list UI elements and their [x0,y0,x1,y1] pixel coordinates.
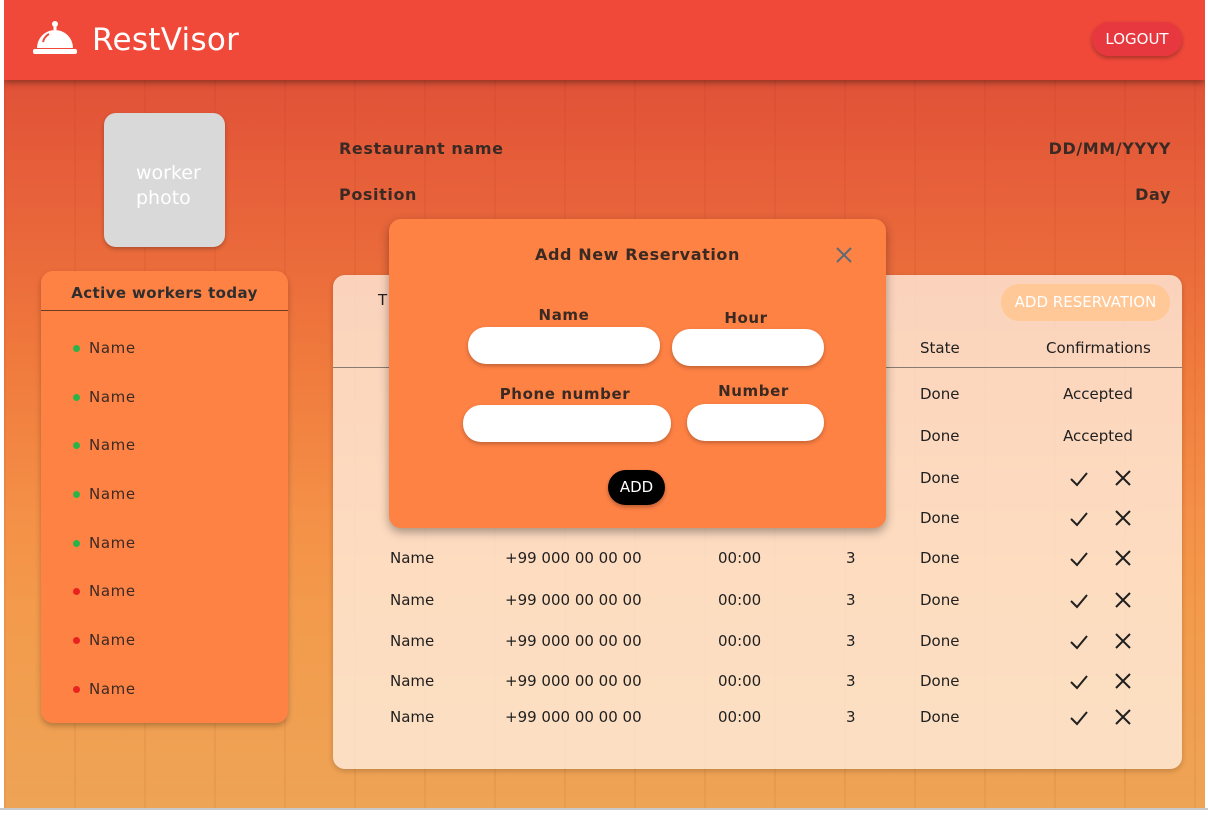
reservation-hour: 00:00 [718,632,762,650]
active-status-dot [73,442,80,449]
photo-label-line1: worker [136,162,201,184]
reservation-phone: +99 000 00 00 00 [505,672,642,690]
reject-x-icon[interactable] [1113,707,1133,727]
active-workers-panel: Active workers today Name Name Name Name Nam… [41,271,288,723]
name-input[interactable] [468,327,660,364]
reservation-name: Name [390,549,435,567]
worker-name: Name [89,680,136,698]
reservation-phone: +99 000 00 00 00 [505,591,642,609]
reservation-phone: +99 000 00 00 00 [505,708,642,726]
phone-number-input[interactable] [463,405,671,442]
inactive-status-dot [73,686,80,693]
reservations-title: T [378,291,388,309]
workers-panel-title: Active workers today [71,284,258,302]
reject-x-icon[interactable] [1113,468,1133,488]
accept-check-icon[interactable] [1069,591,1089,611]
reservation-phone: +99 000 00 00 00 [505,549,642,567]
name-field-label: Name [538,306,590,324]
reject-x-icon[interactable] [1113,548,1133,568]
inactive-status-dot [73,588,80,595]
reject-x-icon[interactable] [1113,631,1133,651]
number-field-label: Number [718,382,789,400]
reservation-state: Done [920,549,960,567]
reservation-hour: 00:00 [718,708,762,726]
accept-check-icon[interactable] [1069,708,1089,728]
reservation-state: Done [920,427,960,445]
reject-x-icon[interactable] [1113,671,1133,691]
active-status-dot [73,394,80,401]
worker-name: Name [89,388,136,406]
reservation-name: Name [390,632,435,650]
reservation-state: Done [920,509,960,527]
number-input[interactable] [687,404,824,441]
reject-x-icon[interactable] [1113,590,1133,610]
window-bottom-edge [0,808,1208,810]
column-header-state: State [920,339,960,357]
accept-check-icon[interactable] [1069,469,1089,489]
hour-field-label: Hour [724,309,768,327]
reservation-name: Name [390,591,435,609]
reservation-guests: 3 [846,591,856,609]
reservation-phone: +99 000 00 00 00 [505,632,642,650]
worker-name: Name [89,485,136,503]
worker-name: Name [89,631,136,649]
reservation-name: Name [390,672,435,690]
reservation-guests: 3 [846,632,856,650]
reservation-state: Done [920,385,960,403]
reservation-state: Done [920,672,960,690]
photo-label-line2: photo [136,187,191,209]
accept-check-icon[interactable] [1069,509,1089,529]
modal-title: Add New Reservation [534,245,741,264]
active-status-dot [73,540,80,547]
reservation-hour: 00:00 [718,549,762,567]
accept-check-icon[interactable] [1069,672,1089,692]
worker-name: Name [89,534,136,552]
reservation-confirmation: Accepted [1063,385,1133,403]
reservation-state: Done [920,632,960,650]
worker-photo: worker photo [104,113,225,247]
accept-check-icon[interactable] [1069,632,1089,652]
reservation-name: Name [390,708,435,726]
position-label: Position [339,185,418,204]
reject-x-icon[interactable] [1113,508,1133,528]
reservation-confirmation: Accepted [1063,427,1133,445]
active-status-dot [73,345,80,352]
add-reservation-modal: Add New Reservation Name Hour Phone numb… [389,219,886,528]
reservation-state: Done [920,469,960,487]
add-button[interactable]: ADD [608,470,665,505]
column-header-confirmations: Confirmations [1046,339,1151,357]
hour-input[interactable] [672,329,824,366]
reservation-guests: 3 [846,549,856,567]
divider [41,310,288,311]
accept-check-icon[interactable] [1069,549,1089,569]
logout-button[interactable]: LOGOUT [1092,22,1182,56]
reservation-guests: 3 [846,672,856,690]
date-label: DD/MM/YYYY [1048,139,1171,158]
close-icon[interactable] [836,247,852,263]
brand-name: RestVisor [92,22,240,58]
worker-name: Name [89,339,136,357]
reservation-state: Done [920,591,960,609]
worker-name: Name [89,436,136,454]
inactive-status-dot [73,637,80,644]
restaurant-name: Restaurant name [339,139,504,158]
worker-name: Name [89,582,136,600]
add-reservation-button[interactable]: ADD RESERVATION [1001,284,1170,321]
reservation-guests: 3 [846,708,856,726]
phone-field-label: Phone number [499,385,631,403]
top-bar: RestVisor LOGOUT [4,0,1205,80]
reservation-hour: 00:00 [718,591,762,609]
service-bell-icon [33,21,77,54]
app-window: RestVisor LOGOUT worker photo Restaurant … [4,0,1205,810]
reservation-state: Done [920,708,960,726]
active-status-dot [73,491,80,498]
reservation-hour: 00:00 [718,672,762,690]
day-label: Day [1135,185,1171,204]
